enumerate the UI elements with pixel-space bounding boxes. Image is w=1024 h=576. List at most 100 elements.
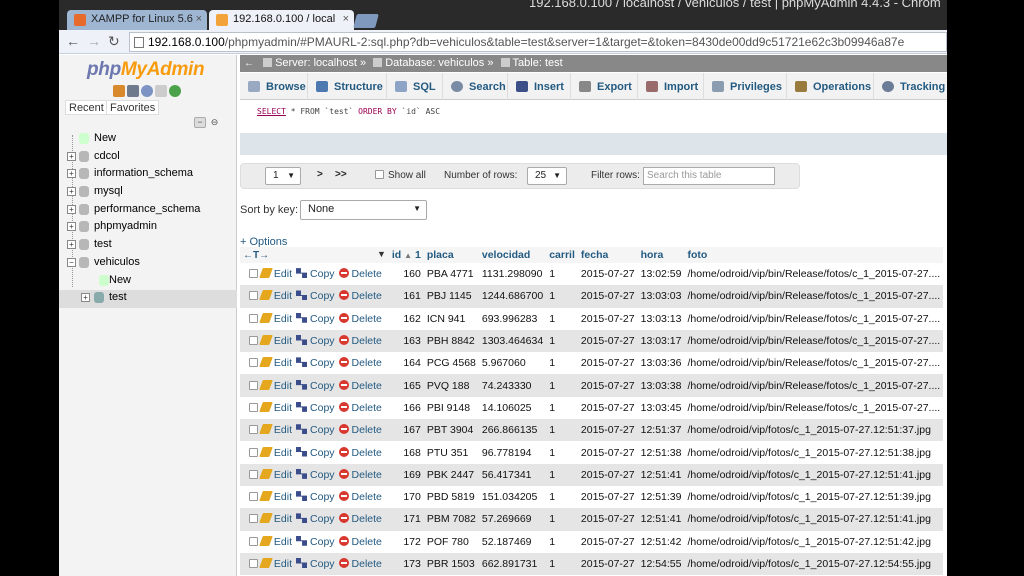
browser-tab-phpmyadmin[interactable]: 192.168.0.100 / local × [209, 10, 354, 30]
chevron-down-icon[interactable]: ▼ [377, 249, 386, 259]
show-all-control[interactable]: Show all [375, 170, 426, 181]
table-row[interactable]: Edit Copy Delete 163 PBH 8842 1303.464634 1 201… [240, 329, 944, 353]
cell-hora[interactable]: 13:03:03 [637, 285, 685, 308]
delete-link[interactable]: Delete [338, 268, 382, 280]
menu-arrow-icon[interactable]: ← [244, 58, 254, 69]
cell-id[interactable]: 165 [388, 374, 424, 397]
cell-fecha[interactable]: 2015-07-27 [577, 441, 638, 464]
cell-foto[interactable]: /home/odroid/vip/fotos/c_1_2015-07-27.12… [684, 441, 944, 464]
cell-placa[interactable]: PBT 3904 [423, 419, 479, 442]
cell-placa[interactable]: PBR 1503 [423, 552, 479, 576]
cell-velocidad[interactable]: 14.106025 [478, 396, 547, 420]
cell-fecha[interactable]: 2015-07-27 [577, 285, 638, 308]
edit-link[interactable]: Edit [259, 357, 292, 369]
cell-carril[interactable]: 1 [546, 329, 578, 353]
reload-icon[interactable]: ↻ [108, 33, 120, 50]
edit-link[interactable]: Edit [259, 379, 292, 392]
favorites-button[interactable]: Favorites [106, 100, 160, 115]
delete-link[interactable]: Delete [338, 335, 382, 347]
cell-hora[interactable]: 13:02:59 [637, 263, 685, 286]
filter-rows-input[interactable]: Search this table [643, 167, 775, 185]
copy-link[interactable]: Copy [296, 558, 335, 570]
tab-sql[interactable]: SQL [387, 73, 443, 100]
cell-foto[interactable]: /home/odroid/vip/fotos/c_1_2015-07-27.12… [684, 463, 944, 486]
cell-id[interactable]: 168 [388, 441, 424, 464]
delete-link[interactable]: Delete [338, 401, 382, 414]
table-row[interactable]: Edit Copy Delete 161 PBJ 1145 1244.686700 1 201… [240, 285, 944, 308]
cell-hora[interactable]: 13:03:38 [637, 374, 685, 397]
collapse-icon[interactable]: − [67, 257, 76, 267]
cell-fecha[interactable]: 2015-07-27 [577, 263, 638, 286]
tree-item-cdcol[interactable]: + cdcol [59, 149, 237, 167]
cell-placa[interactable]: ICN 941 [423, 307, 479, 330]
tree-item-vehiculos[interactable]: − vehiculos [59, 255, 237, 273]
column-hora-header[interactable]: hora [637, 247, 685, 263]
tab-export[interactable]: Export [571, 73, 638, 100]
cell-fecha[interactable]: 2015-07-27 [577, 485, 638, 509]
edit-link[interactable]: Edit [259, 424, 292, 436]
cell-hora[interactable]: 12:51:42 [637, 530, 685, 553]
edit-link[interactable]: Edit [259, 491, 292, 503]
cell-fecha[interactable]: 2015-07-27 [577, 352, 638, 375]
cell-fecha[interactable]: 2015-07-27 [577, 463, 638, 486]
cell-placa[interactable]: PBD 5819 [423, 485, 479, 509]
collapse-all-icon[interactable]: − [194, 117, 206, 128]
cell-foto[interactable]: /home/odroid/vip/bin/Release/fotos/c_1_2… [684, 374, 944, 397]
cell-id[interactable]: 161 [388, 285, 424, 308]
row-checkbox[interactable] [249, 469, 258, 479]
table-row[interactable]: Edit Copy Delete 170 PBD 5819 151.034205 1 2015… [240, 485, 944, 509]
cell-hora[interactable]: 13:03:45 [637, 396, 685, 420]
back-icon[interactable]: ← [66, 33, 80, 49]
column-fecha-header[interactable]: fecha [577, 247, 638, 263]
sort-key-select[interactable]: None ▼ [300, 200, 427, 220]
cell-velocidad[interactable]: 1303.464634 [478, 329, 547, 353]
row-checkbox[interactable] [249, 380, 258, 390]
forward-icon[interactable]: → [87, 33, 101, 49]
cell-hora[interactable]: 12:51:37 [637, 419, 685, 442]
cell-hora[interactable]: 12:51:41 [637, 463, 685, 486]
row-checkbox[interactable] [249, 492, 258, 502]
cell-id[interactable]: 169 [388, 463, 424, 486]
copy-link[interactable]: Copy [296, 290, 335, 302]
cell-foto[interactable]: /home/odroid/vip/fotos/c_1_2015-07-27.12… [684, 552, 944, 576]
table-row[interactable]: Edit Copy Delete 166 PBI 9148 14.106025 1 2015-… [240, 396, 944, 420]
cell-hora[interactable]: 13:03:13 [637, 307, 685, 330]
copy-link[interactable]: Copy [296, 535, 335, 548]
cell-id[interactable]: 167 [388, 419, 424, 442]
edit-link[interactable]: Edit [259, 513, 292, 525]
cell-placa[interactable]: POF 780 [423, 530, 479, 553]
cell-placa[interactable]: PVQ 188 [423, 374, 479, 397]
cell-foto[interactable]: /home/odroid/vip/fotos/c_1_2015-07-27.12… [684, 508, 944, 531]
expand-icon[interactable]: + [67, 187, 76, 197]
tree-item-performance-schema[interactable]: + performance_schema [59, 202, 237, 220]
cell-velocidad[interactable]: 96.778194 [478, 441, 547, 464]
table-row[interactable]: Edit Copy Delete 173 PBR 1503 662.891731 1 2015… [240, 552, 944, 576]
tab-privileges[interactable]: Privileges [704, 73, 787, 100]
cell-id[interactable]: 173 [388, 552, 424, 576]
cell-placa[interactable]: PTU 351 [423, 441, 479, 464]
column-id-header[interactable]: id ▲ 1 [388, 247, 424, 263]
expand-icon[interactable]: + [67, 204, 76, 214]
delete-link[interactable]: Delete [338, 312, 382, 325]
cell-carril[interactable]: 1 [546, 485, 578, 509]
cell-velocidad[interactable]: 5.967060 [478, 352, 547, 375]
tab-structure[interactable]: Structure [308, 73, 387, 100]
edit-link[interactable]: Edit [259, 558, 292, 570]
edit-link[interactable]: Edit [259, 446, 292, 459]
cell-carril[interactable]: 1 [546, 419, 578, 442]
copy-link[interactable]: Copy [296, 491, 335, 503]
cell-carril[interactable]: 1 [546, 441, 578, 464]
cell-carril[interactable]: 1 [546, 374, 578, 397]
cell-carril[interactable]: 1 [546, 352, 578, 375]
copy-link[interactable]: Copy [296, 379, 335, 392]
edit-link[interactable]: Edit [259, 268, 292, 280]
cell-foto[interactable]: /home/odroid/vip/bin/Release/fotos/c_1_2… [684, 307, 944, 330]
tab-close-icon[interactable]: × [196, 13, 202, 25]
tree-item-new[interactable]: New [59, 131, 237, 149]
sql-query[interactable]: SELECT * FROM `test` ORDER BY `id` ASC [257, 107, 440, 116]
table-row[interactable]: Edit Copy Delete 165 PVQ 188 74.243330 1 2015-0… [240, 374, 944, 397]
copy-link[interactable]: Copy [296, 268, 335, 280]
cell-velocidad[interactable]: 74.243330 [478, 374, 547, 397]
browser-tab-xampp[interactable]: XAMPP for Linux 5.6 × [67, 10, 207, 30]
table-row[interactable]: Edit Copy Delete 168 PTU 351 96.778194 1 2015-0… [240, 441, 944, 464]
